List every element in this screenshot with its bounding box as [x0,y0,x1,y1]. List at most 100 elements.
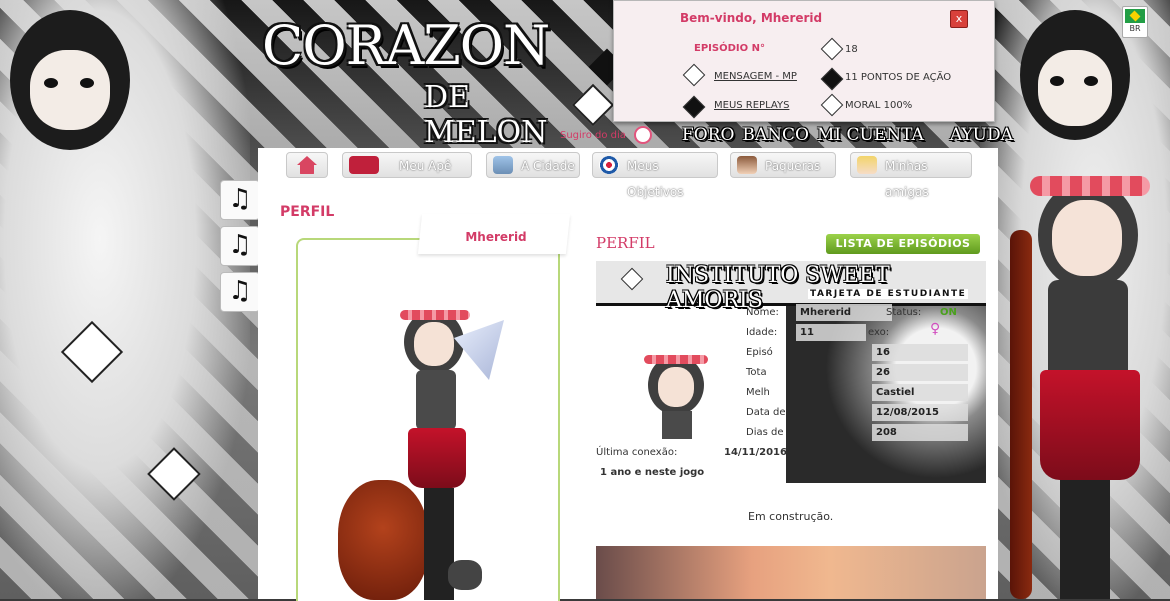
card-label-episodes: Episó [746,347,773,358]
avatar-top [416,370,456,430]
city-icon [493,156,513,174]
home-icon [297,156,317,174]
portrait-top [662,411,692,439]
brazil-flag-icon [1125,9,1145,23]
card-label-sex: exo: [868,327,890,338]
moral-value: MORAL 100% [845,100,913,111]
nav-link-foro[interactable]: FORO [682,125,734,145]
avatar-flower-crown [400,310,470,320]
tab-label: Meus Objetivos [627,159,684,199]
player-avatar [328,300,528,600]
status-online: ON [940,307,957,318]
language-selector[interactable]: BR [1122,6,1148,38]
action-points: 11 PONTOS DE AÇÃO [845,72,952,83]
sofa-icon [349,156,379,174]
last-connection-label: Última conexão: [596,447,678,458]
card-value-date: 12/08/2015 [872,404,968,421]
diamond-dark-icon [820,67,844,91]
episode-value: 18 [845,44,858,55]
page-title: PERFIL [280,204,335,220]
avatar-cello [338,480,428,600]
suggest-icon[interactable] [633,126,652,144]
left-background-character [0,0,250,599]
card-label-age: Idade: [746,327,778,338]
tab-paqueras[interactable]: Paqueras [730,152,836,178]
profile-section-title: PERFIL [596,234,655,252]
welcome-title: Bem-vindo, Mhererid [680,11,823,25]
left-character-eye [44,78,58,88]
card-label-total: Tota [746,367,767,378]
tab-a-cidade[interactable]: A Cidade [486,152,580,178]
portrait-flower-crown [644,355,708,364]
right-character-eye [1050,76,1064,86]
doll-red-skirt [1040,370,1140,480]
tab-label: A Cidade [521,159,575,173]
card-avatar-portrait [636,351,716,441]
card-header: INSTITUTO SWEET AMORIS TARJETA DE ESTUDI… [596,261,986,313]
replays-link[interactable]: MEUS REPLAYS [714,100,789,111]
music-note-icon[interactable]: ♫ [220,272,260,312]
tab-home[interactable] [286,152,328,178]
welcome-panel: Bem-vindo, Mhererid x EPISÓDIO N° 18 MEN… [613,0,995,122]
logo-main-text: CORAZON [262,14,550,77]
language-code: BR [1129,24,1141,33]
tab-label: Meu Apê [399,159,452,173]
music-note-icon[interactable]: ♫ [220,226,260,266]
main-tabs: Meu Apê A Cidade Meus Objetivos Paqueras… [258,148,998,199]
main-panel: Meu Apê A Cidade Meus Objetivos Paqueras… [258,148,998,601]
avatar-skirt [408,428,466,488]
diamond-light-icon [682,63,706,87]
nav-link-ayuda[interactable]: AYUDA [950,125,1013,145]
right-character-eye [1084,76,1098,86]
card-subtitle: TARJETA DE ESTUDIANTE [808,289,969,299]
messages-link[interactable]: MENSAGEM - MP [714,71,797,82]
episode-list-button[interactable]: LISTA DE EPISÓDIOS [826,234,980,254]
avatar-box [296,238,560,601]
episode-label: EPISÓDIO N° [694,43,765,54]
card-label-status: Status: [886,307,922,318]
card-label-date: Data de [746,407,786,418]
doll-lace-top [1048,280,1128,380]
left-character-eye [80,78,94,88]
diamond-light-icon [820,93,844,117]
card-label-name: Nome: [746,307,779,318]
tab-meu-ape[interactable]: Meu Apê [342,152,472,178]
boy-portrait-icon [737,156,757,174]
doll-face [1052,200,1122,276]
suggest-label[interactable]: Sugiro do dia [560,130,626,141]
avatar-face [414,322,454,366]
close-button[interactable]: x [950,10,968,28]
cello [1010,230,1032,599]
card-value-name: Mhererid [796,304,892,321]
music-note-icon[interactable]: ♫ [220,180,260,220]
diamond-dark-icon [682,95,706,119]
last-connection-value: 14/11/2016 [724,447,787,458]
diamond-light-icon [620,267,644,291]
flower-crown [1030,176,1150,196]
card-value-episodes: 16 [872,344,968,361]
card-label-days: Dias de [746,427,784,438]
nav-link-banco[interactable]: BANCO [742,125,809,145]
site-logo[interactable]: CORAZON DE MELON [262,14,592,150]
tenure-text: 1 ano e neste jogo [600,467,705,478]
diamond-light-icon [820,37,844,61]
profile-status-text: Em construção. [748,510,834,523]
left-character-diamond [147,447,201,501]
tab-meus-objetivos[interactable]: Meus Objetivos [592,152,718,199]
right-character-face [1038,50,1112,126]
card-value-age: 11 [796,324,866,341]
tab-label: Minhas amigas [885,159,929,199]
female-sign-icon: ♀ [930,321,941,337]
portrait-face [658,367,694,407]
right-doll-character [1000,170,1170,599]
username: Mhererid [465,230,527,244]
avatar-cat [448,560,482,590]
tab-minhas-amigas[interactable]: Minhas amigas [850,152,972,199]
top-navigation: Sugiro do dia FORO BANCO MI CUENTA AYUDA [560,124,1013,146]
doll-legs [1060,480,1110,599]
target-icon [599,156,619,174]
card-value-best: Castiel [872,384,968,401]
left-character-diamond [60,320,124,384]
profile-banner-image [596,546,986,599]
nav-link-mi-cuenta[interactable]: MI CUENTA [817,125,924,145]
